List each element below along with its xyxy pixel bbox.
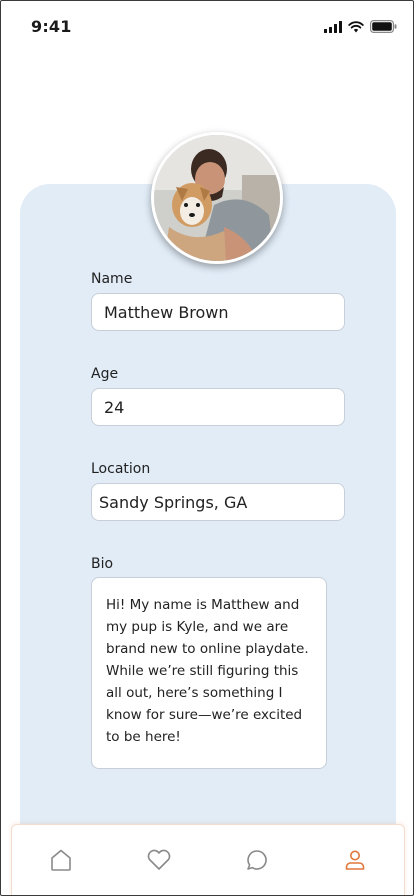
profile-photo bbox=[154, 135, 280, 261]
location-label: Location bbox=[91, 461, 151, 477]
wifi-icon bbox=[348, 20, 364, 32]
home-icon bbox=[51, 849, 71, 871]
age-field[interactable]: 24 bbox=[91, 388, 345, 426]
tab-bar bbox=[11, 824, 405, 895]
bio-label: Bio bbox=[91, 556, 114, 572]
tab-messages[interactable] bbox=[227, 830, 287, 890]
age-label: Age bbox=[91, 366, 119, 382]
chat-icon bbox=[247, 850, 267, 870]
tab-favorites[interactable] bbox=[129, 830, 189, 890]
tab-profile[interactable] bbox=[325, 830, 385, 890]
bio-textarea[interactable]: Hi! My name is Matthew and my pup is Kyl… bbox=[91, 577, 327, 769]
signal-icon bbox=[324, 20, 342, 33]
phone-screen: 9:41 Name Matthew Brown Age 24 Location … bbox=[0, 0, 414, 896]
tab-home[interactable] bbox=[31, 830, 91, 890]
location-field[interactable]: Sandy Springs, GA bbox=[91, 483, 345, 521]
battery-icon bbox=[370, 20, 397, 33]
status-time: 9:41 bbox=[31, 17, 72, 36]
status-icons bbox=[324, 20, 397, 33]
heart-icon bbox=[147, 849, 171, 870]
name-label: Name bbox=[91, 271, 133, 287]
avatar[interactable] bbox=[151, 132, 283, 264]
name-field[interactable]: Matthew Brown bbox=[91, 293, 345, 331]
profile-icon bbox=[345, 850, 365, 870]
